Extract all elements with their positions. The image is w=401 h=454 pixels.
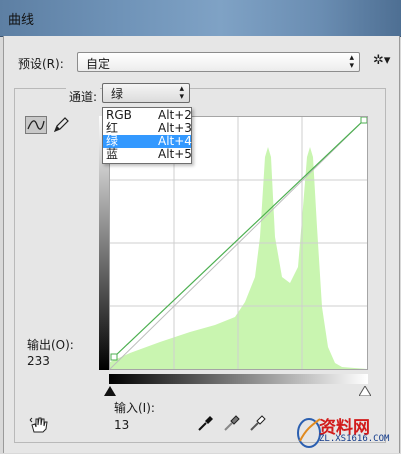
curve-tool-icon[interactable] [25,116,47,134]
channel-option-name: 蓝 [106,147,119,161]
channel-dropdown-menu: RGB Alt+2 红 Alt+3 绿 Alt+4 蓝 Alt+5 [102,107,192,164]
channel-option-shortcut: Alt+5 [158,147,192,161]
window-title: 曲线 [8,13,35,28]
pencil-icon[interactable] [52,116,70,134]
gear-icon[interactable]: ✲▾ [373,53,390,68]
channel-label: 通道: [66,88,101,105]
preset-label: 预设(R): [18,57,64,71]
title-bar[interactable] [0,0,401,37]
white-eyedropper-icon[interactable] [249,414,267,432]
channel-select[interactable]: 绿 ▴ ▾ [102,83,190,103]
gray-eyedropper-icon[interactable] [223,414,241,432]
curve-point-black[interactable] [110,353,118,361]
black-point-slider[interactable] [104,385,116,399]
preset-select[interactable]: 自定 ▴ ▾ [77,52,360,72]
channel-value: 绿 [111,87,124,101]
curve-point-white[interactable] [360,116,368,124]
output-label: 输出(O): [27,338,74,352]
channel-option[interactable]: 蓝 Alt+5 [103,147,192,161]
select-spinner-icon: ▴ ▾ [179,84,184,102]
hand-adjust-icon[interactable] [29,416,49,434]
input-gradient-bar [109,374,368,384]
input-value: 13 [114,418,130,432]
preset-value: 自定 [86,57,111,71]
output-value: 233 [27,354,50,368]
black-eyedropper-icon[interactable] [197,414,215,432]
white-point-slider[interactable] [358,385,372,399]
select-spinner-icon: ▴ ▾ [349,53,354,71]
watermark-url: ZL.XS1616.COM [319,434,390,444]
input-label: 输入(I): [114,401,155,415]
